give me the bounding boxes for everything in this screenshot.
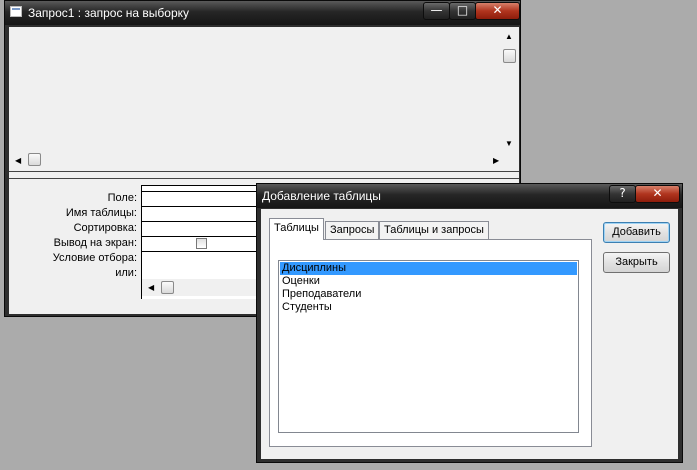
tab-tables[interactable]: Таблицы: [269, 218, 324, 240]
dialog-title: Добавление таблицы: [262, 189, 381, 203]
scroll-up-arrow-icon[interactable]: ▲: [505, 33, 513, 41]
list-item-students[interactable]: Студенты: [280, 301, 577, 314]
tab-queries[interactable]: Запросы: [325, 221, 380, 240]
query-window-titlebar[interactable]: Запрос1 : запрос на выборку — □ ✕: [5, 1, 520, 25]
tables-list[interactable]: Дисциплины Оценки Преподаватели Студенты: [278, 260, 579, 433]
close-button[interactable]: ✕: [475, 2, 520, 20]
list-item-teachers[interactable]: Преподаватели: [280, 288, 577, 301]
field-label: Поле:: [107, 192, 137, 204]
grid-scroll-thumb[interactable]: [161, 281, 174, 294]
horizontal-scroll-thumb[interactable]: [28, 153, 41, 166]
dialog-client: Таблицы Запросы Таблицы и запросы Дисцип…: [261, 209, 678, 459]
show-label: Вывод на экран:: [53, 237, 137, 249]
add-table-dialog: Добавление таблицы ? ✕ Таблицы Запросы Т…: [256, 183, 683, 463]
grid-row-labels: Поле: Имя таблицы: Сортировка: Вывод на …: [9, 179, 137, 289]
scroll-right-arrow-icon[interactable]: ▶: [493, 157, 499, 165]
add-button[interactable]: Добавить: [603, 222, 670, 243]
table-name-label: Имя таблицы:: [65, 207, 137, 219]
pane-splitter[interactable]: [9, 171, 519, 179]
grid-scroll-left-arrow-icon[interactable]: ◀: [148, 284, 154, 292]
scroll-down-arrow-icon[interactable]: ▼: [505, 140, 513, 148]
table-area[interactable]: ▲ ▼ ◀ ▶: [9, 27, 519, 171]
criteria-label: Условие отбора:: [52, 252, 137, 264]
list-item-disciplines[interactable]: Дисциплины: [280, 262, 577, 275]
or-label: или:: [115, 267, 137, 279]
minimize-button[interactable]: —: [423, 2, 450, 20]
list-item-grades[interactable]: Оценки: [280, 275, 577, 288]
query-window-title: Запрос1 : запрос на выборку: [28, 6, 190, 20]
tab-panel: Дисциплины Оценки Преподаватели Студенты: [269, 239, 592, 447]
close-dialog-button[interactable]: Закрыть: [603, 252, 670, 273]
dialog-titlebar[interactable]: Добавление таблицы ? ✕: [257, 184, 682, 208]
maximize-button[interactable]: □: [449, 2, 476, 20]
dialog-close-button[interactable]: ✕: [635, 185, 680, 203]
query-icon: [10, 6, 22, 17]
help-button[interactable]: ?: [609, 185, 636, 203]
tab-tables-and-queries[interactable]: Таблицы и запросы: [379, 221, 489, 240]
vertical-scroll-thumb[interactable]: [503, 49, 516, 63]
scroll-left-arrow-icon[interactable]: ◀: [15, 157, 21, 165]
sort-label: Сортировка:: [73, 222, 137, 234]
show-checkbox[interactable]: [196, 238, 207, 249]
